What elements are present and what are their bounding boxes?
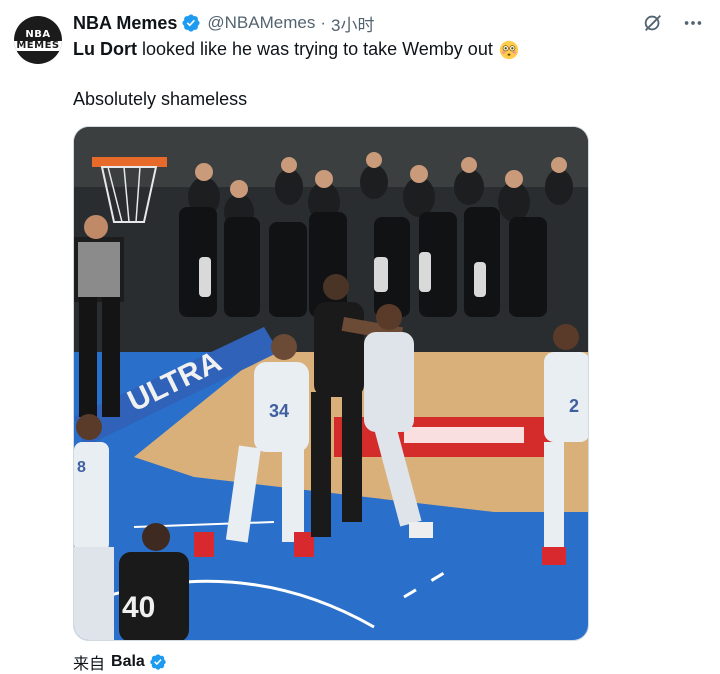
footer-verified-badge-icon [150, 654, 166, 670]
post-actions [640, 10, 706, 36]
footer-user[interactable]: Bala [111, 653, 145, 671]
post-text-line2: Absolutely shameless [73, 89, 248, 109]
basketball-scene: ULTRA 34 2 8 40 [74, 127, 588, 640]
post-timestamp[interactable]: 3小时 [331, 11, 374, 36]
jersey-number-40: 40 [122, 591, 155, 624]
post-text-line1: Lu Dort looked like he was trying to tak… [73, 39, 519, 60]
post-media-image[interactable]: ULTRA 34 2 8 40 [73, 126, 589, 641]
post-text-rest: looked like he was trying to take Wemby … [136, 39, 493, 59]
jersey-number-34: 34 [269, 401, 289, 421]
separator-dot: · [320, 13, 326, 32]
avatar-logo-line1: NBA [25, 28, 51, 40]
author-avatar[interactable]: NBA MEMES [14, 16, 62, 64]
avatar-logo-line2: MEMES [14, 39, 62, 51]
flushed-face-emoji-icon [499, 40, 518, 59]
jersey-number-2: 2 [569, 396, 579, 416]
footer-prefix: 来自 [73, 656, 106, 673]
verified-badge-icon [182, 14, 200, 32]
jersey-number-8: 8 [77, 459, 86, 476]
author-name[interactable]: NBA Memes [73, 13, 177, 34]
more-icon[interactable] [680, 10, 706, 36]
post-text-bold: Lu Dort [73, 39, 137, 59]
quoted-from-footer: 来自 Bala [73, 652, 167, 673]
avatar-logo: NBA MEMES [14, 28, 62, 51]
author-handle[interactable]: @NBAMemes [207, 13, 315, 33]
post-header: NBA Memes @NBAMemes · 3小时 [73, 11, 374, 35]
grok-icon[interactable] [640, 10, 666, 36]
